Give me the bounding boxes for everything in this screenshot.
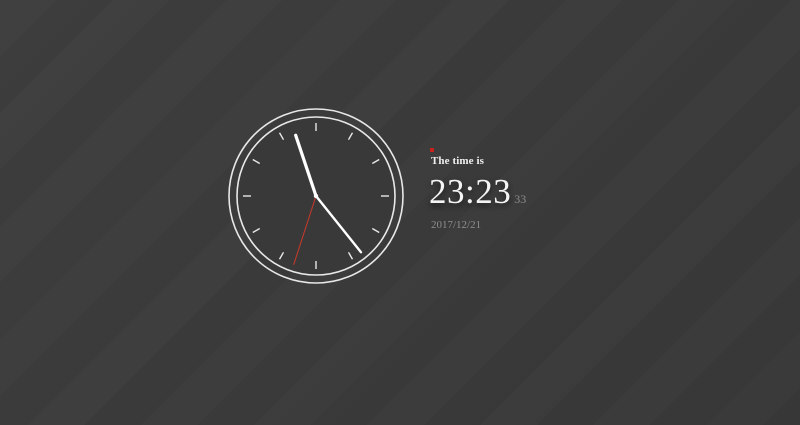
clock-face [228,108,404,284]
time-label: The time is [431,155,485,167]
clock-center-pin [313,193,319,199]
digital-time: 23:23 33 [429,174,526,209]
accent-marker [430,148,434,152]
time-hours-minutes: 23:23 [429,172,512,211]
analog-clock [227,107,405,285]
time-seconds: 33 [514,192,527,206]
date-text: 2017/12/21 [431,219,482,231]
